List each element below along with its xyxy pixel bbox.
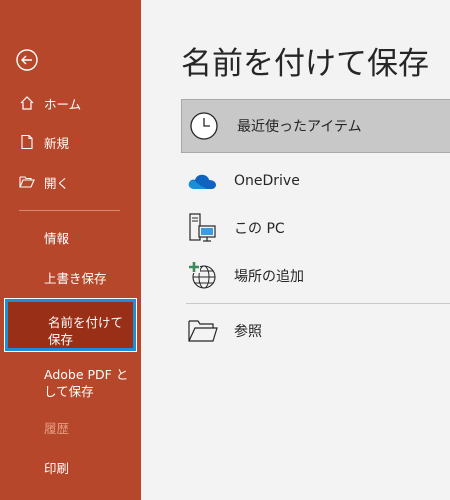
onedrive-cloud-icon [187,165,219,197]
page-title: 名前を付けて保存 [181,46,429,82]
nav-print[interactable]: 印刷 [44,460,136,477]
globe-add-icon [187,260,219,292]
nav-open-label: 開く [44,175,70,191]
new-document-icon [19,134,35,150]
nav-home-label: ホーム [44,96,82,112]
open-folder-icon [19,174,35,190]
backstage-sidebar: ホーム 新規 開く 情報 上書き保存 名前を付けて保存 Adobe PDF とし… [0,0,141,500]
browse-button[interactable]: 参照 [187,315,262,347]
nav-new-label: 新規 [44,135,70,151]
location-onedrive[interactable]: OneDrive [187,165,300,197]
home-icon [19,95,35,111]
location-onedrive-label: OneDrive [234,173,300,189]
sidebar-divider [19,210,120,211]
nav-open[interactable]: 開く [19,171,69,193]
folder-open-icon [187,315,219,347]
location-this-pc-label: この PC [234,221,285,237]
recent-items-button[interactable]: 最近使ったアイテム [181,99,450,153]
back-arrow-icon[interactable] [15,48,39,72]
location-add-place-label: 場所の追加 [234,269,304,285]
nav-info[interactable]: 情報 [44,230,136,247]
clock-icon [190,112,218,140]
recent-items-label: 最近使ったアイテム [237,119,362,135]
nav-history: 履歴 [44,421,70,436]
nav-save-as[interactable]: 名前を付けて保存 [4,298,137,352]
save-as-panel: 名前を付けて保存 最近使ったアイテム OneDrive この PC 場所の追加 … [141,0,450,500]
browse-label: 参照 [234,324,262,340]
location-add-place[interactable]: 場所の追加 [187,260,304,292]
nav-home[interactable]: ホーム [19,92,81,114]
nav-new[interactable]: 新規 [19,131,69,153]
nav-save[interactable]: 上書き保存 [44,270,136,287]
locations-divider [186,303,450,304]
location-this-pc[interactable]: この PC [187,212,285,244]
computer-icon [187,212,219,244]
nav-save-adobe-pdf[interactable]: Adobe PDF として保存 [44,366,136,400]
nav-save-as-label: 名前を付けて保存 [48,315,124,347]
